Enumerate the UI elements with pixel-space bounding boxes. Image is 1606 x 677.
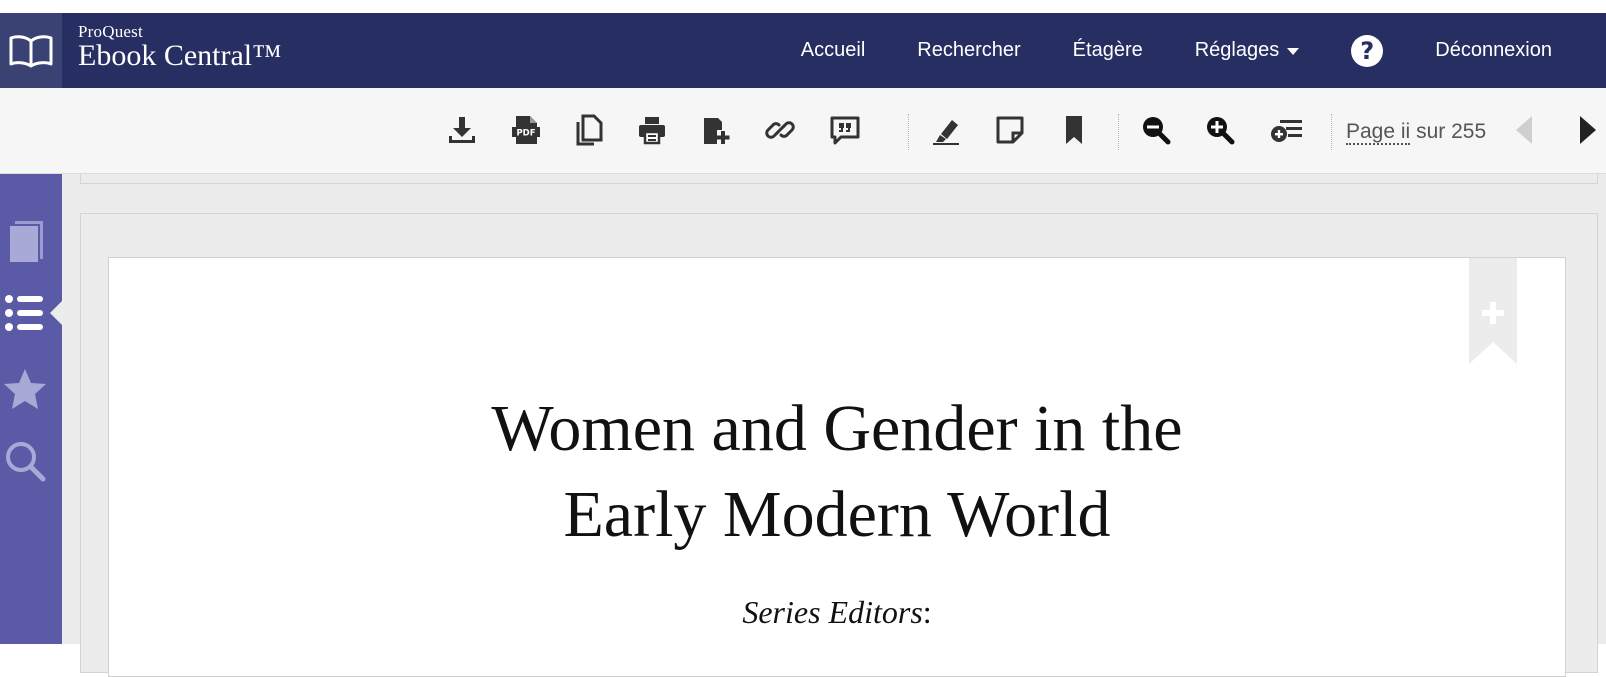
series-editors-label: Series Editors [742,594,923,630]
bookmark-icon[interactable] [1054,110,1094,150]
print-icon[interactable] [632,110,672,150]
series-editors-colon: : [922,594,932,630]
add-to-shelf-icon[interactable] [696,110,736,150]
page-total: sur 255 [1416,120,1487,143]
toolbar-separator [1118,114,1119,150]
series-editors-heading: Series Editors: [109,594,1565,631]
page-label-with-current[interactable]: Page ii [1346,120,1411,145]
nav-settings-label: Réglages [1194,39,1280,61]
note-icon[interactable] [990,110,1030,150]
reader-sidebar [0,174,62,644]
nav-home[interactable]: Accueil [801,39,865,62]
pdf-icon[interactable]: PDF [506,110,546,150]
download-icon[interactable] [442,110,482,150]
highlight-icon[interactable] [926,110,966,150]
help-button[interactable]: ? [1351,34,1384,67]
cite-icon[interactable] [825,110,865,150]
nav-search[interactable]: Rechercher [917,39,1020,62]
book-icon[interactable] [0,217,50,267]
previous-page-arrow-icon[interactable] [1504,110,1544,150]
brand-logo[interactable]: ProQuest Ebook Central™ [78,23,282,71]
document-title-line-1: Women and Gender in the [491,392,1183,465]
favorites-star-icon[interactable] [0,364,50,414]
page-label: Page [1346,120,1396,143]
reader-toolbar: PDF Page ii sur 255 [0,88,1606,174]
zoom-out-icon[interactable] [1136,110,1176,150]
document-viewer[interactable]: Women and Gender in the Early Modern Wor… [62,174,1606,677]
add-bookmark-ribbon-icon[interactable] [1469,258,1517,364]
document-title-line-2: Early Modern World [563,478,1111,551]
top-strip [0,0,1606,13]
nav-settings-dropdown[interactable]: Réglages [1195,39,1300,62]
toolbar-separator [908,114,909,150]
main-nav: Accueil Rechercher Étagère Réglages ? Dé… [749,13,1552,88]
help-icon: ? [1351,34,1384,67]
copy-icon[interactable] [569,110,609,150]
page-indicator[interactable]: Page ii sur 255 [1346,120,1487,145]
document-page[interactable]: Women and Gender in the Early Modern Wor… [108,257,1566,677]
nav-shelf[interactable]: Étagère [1073,39,1143,62]
table-of-contents-icon[interactable] [0,288,50,338]
pdf-icon-label: PDF [516,129,535,139]
active-tab-indicator [50,301,62,325]
add-to-list-icon[interactable] [1267,110,1307,150]
next-page-arrow-icon[interactable] [1568,110,1606,150]
previous-page-edge [80,174,1598,184]
zoom-in-icon[interactable] [1200,110,1240,150]
link-icon[interactable] [760,110,800,150]
brand-ebook-central: Ebook Central™ [78,39,282,72]
toolbar-separator [1331,114,1332,150]
nav-logout[interactable]: Déconnexion [1435,39,1552,62]
document-title: Women and Gender in the Early Modern Wor… [109,386,1565,558]
caret-down-icon [1287,48,1300,55]
top-navigation-bar: ProQuest Ebook Central™ Accueil Recherch… [0,13,1606,88]
search-icon[interactable] [0,436,50,486]
page-current: ii [1400,120,1411,143]
open-book-logo-icon[interactable] [0,13,62,88]
